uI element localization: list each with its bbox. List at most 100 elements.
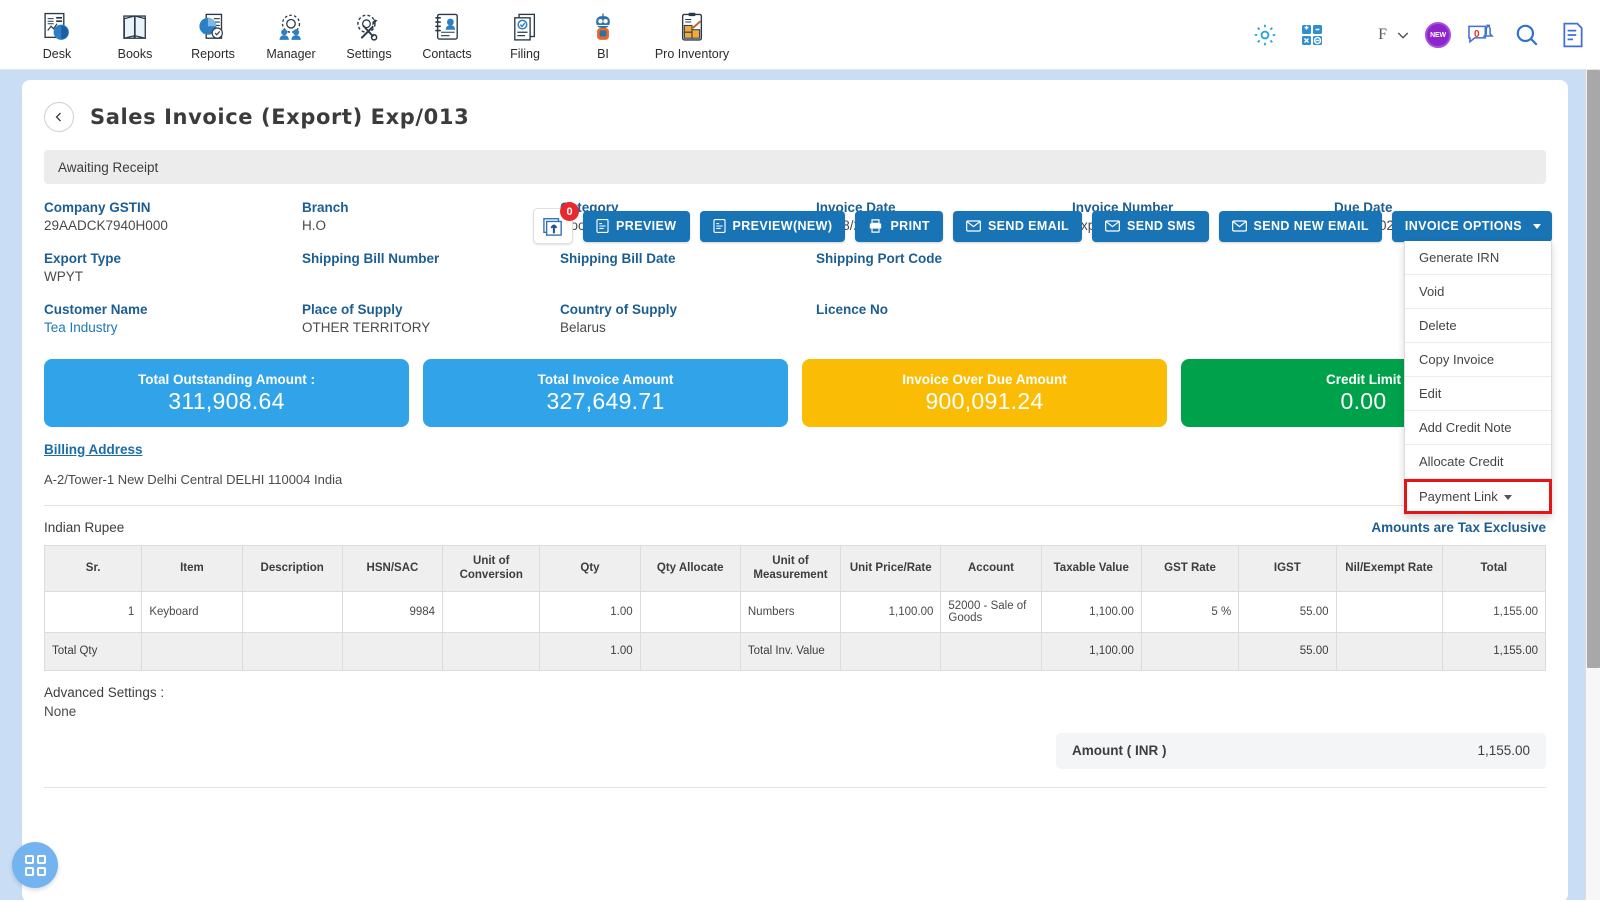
nav-item-bi[interactable]: BI: [564, 8, 642, 61]
calculator-icon[interactable]: [1300, 23, 1324, 47]
card-label: Total Invoice Amount: [537, 371, 674, 387]
table-row: 1 Keyboard 9984 1.00 Numbers 1,100.00 52…: [43, 590, 1547, 633]
send-email-button[interactable]: SEND EMAIL: [952, 210, 1083, 242]
card-label: Credit Limit: [1325, 371, 1401, 387]
nav-item-label: Filing: [510, 47, 540, 61]
preview-button[interactable]: PREVIEW: [583, 210, 690, 242]
field-licence-no: Licence No: [816, 302, 1072, 337]
notifications-chat-icon[interactable]: 0: [1467, 23, 1494, 48]
field-shipping-bill-number: Shipping Bill Number: [302, 251, 560, 286]
new-badge-icon[interactable]: NEW: [1425, 22, 1451, 48]
tax-note: Amounts are Tax Exclusive: [1371, 520, 1546, 535]
line-items-table: Sr. Item Description HSN/SAC Unit of Con…: [43, 545, 1547, 671]
card-value: 327,649.71: [546, 387, 665, 414]
dropdown-item-void[interactable]: Void: [1405, 275, 1551, 309]
nav-item-contacts[interactable]: Contacts: [408, 8, 486, 61]
attachments-button[interactable]: 0: [533, 202, 580, 244]
amount-total-bar: Amount ( INR ) 1,155.00: [1056, 732, 1546, 769]
table-header-row: Sr. Item Description HSN/SAC Unit of Con…: [43, 545, 1547, 592]
field-company-gstin: Company GSTIN 29AADCK7940H000: [44, 200, 302, 235]
field-value-link[interactable]: Tea Industry: [44, 320, 302, 337]
col-total: Total: [1441, 545, 1547, 592]
nav-item-settings[interactable]: Settings: [330, 8, 408, 61]
field-country-of-supply: Country of Supply Belarus: [560, 302, 816, 337]
nav-item-label: Desk: [42, 47, 72, 61]
nav-item-reports[interactable]: Reports: [174, 8, 252, 61]
preview-new-button[interactable]: PREVIEW(NEW): [699, 210, 846, 242]
col-unit-of-conversion: Unit of Conversion: [442, 545, 541, 592]
nav-item-filing[interactable]: Filing: [486, 8, 564, 61]
chat-count-badge: 0: [1474, 28, 1480, 40]
field-label: Company GSTIN: [44, 200, 151, 215]
line-items-table-wrapper: Sr. Item Description HSN/SAC Unit of Con…: [22, 535, 1568, 671]
attachments-count-badge: 0: [560, 202, 580, 221]
apps-fab-button[interactable]: [12, 842, 58, 888]
dropdown-item-copy-invoice[interactable]: Copy Invoice: [1405, 343, 1551, 377]
totals-blank-uoc: [442, 631, 541, 671]
card-total-outstanding-amount: Total Outstanding Amount : 311,908.64: [44, 359, 409, 427]
dropdown-item-allocate-credit[interactable]: Allocate Credit: [1405, 445, 1551, 479]
bottom-divider: [44, 786, 1546, 788]
nav-item-manager[interactable]: Manager: [252, 8, 330, 61]
field-label: Customer Name: [44, 302, 148, 317]
dropdown-item-add-credit-note[interactable]: Add Credit Note: [1405, 411, 1551, 445]
search-icon[interactable]: [1514, 22, 1540, 48]
col-taxable-value: Taxable Value: [1040, 545, 1142, 592]
gear-icon[interactable]: [1252, 22, 1278, 48]
user-initial: F: [1378, 26, 1387, 43]
nav-item-desk[interactable]: Desk: [18, 8, 96, 61]
nav-item-books[interactable]: Books: [96, 8, 174, 61]
field-value: H.O: [302, 218, 327, 233]
invoice-options-button[interactable]: INVOICE OPTIONS: [1391, 210, 1552, 242]
nav-item-label: Reports: [191, 47, 235, 61]
cell-igst: 55.00: [1238, 590, 1337, 633]
field-value: WPYT: [44, 269, 83, 284]
card-total-invoice-amount: Total Invoice Amount 327,649.71: [423, 359, 788, 427]
nav-item-label: Settings: [346, 47, 392, 61]
cell-item-link[interactable]: Keyboard: [141, 590, 243, 633]
field-label: Place of Supply: [302, 302, 403, 317]
currency-label: Indian Rupee: [44, 520, 125, 535]
cell-gst-rate: 5 %: [1140, 590, 1240, 633]
cell-nil-exempt-rate: [1335, 590, 1443, 633]
new-badge-label: NEW: [1425, 22, 1451, 48]
send-sms-button[interactable]: SEND SMS: [1092, 210, 1209, 242]
top-navigation-bar: Desk Books Reports Manager Settings Cont…: [0, 0, 1600, 70]
dropdown-item-edit[interactable]: Edit: [1405, 377, 1551, 411]
preview-button-label: PREVIEW: [616, 219, 677, 233]
field-value: [816, 320, 1072, 337]
billing-address-link[interactable]: Billing Address: [44, 442, 143, 457]
advanced-settings-section: Advanced Settings : None: [22, 671, 1568, 719]
card-invoice-over-due-amount: Invoice Over Due Amount 900,091.24: [802, 359, 1167, 427]
scrollbar-thumb[interactable]: [1587, 70, 1600, 668]
dropdown-item-label: Void: [1419, 284, 1445, 299]
scrollbar-track[interactable]: [1586, 668, 1600, 900]
field-row2-spacer-1: [1072, 251, 1334, 286]
table-totals-row: Total Qty 1.00 Total Inv. Value 1,100.00…: [43, 631, 1547, 671]
nav-item-pro-inventory[interactable]: Pro Inventory: [642, 8, 742, 61]
title-row: Sales Invoice (Export) Exp/013: [22, 80, 1568, 132]
document-notes-icon[interactable]: [1562, 22, 1584, 48]
totals-igst: 55.00: [1238, 631, 1337, 671]
print-button-label: PRINT: [890, 219, 930, 233]
back-button[interactable]: [44, 102, 74, 132]
amount-label: Amount ( INR ): [1072, 743, 1167, 759]
field-value: [560, 269, 816, 286]
col-account: Account: [940, 545, 1042, 592]
dropdown-item-generate-irn[interactable]: Generate IRN: [1405, 241, 1551, 275]
send-new-email-button[interactable]: SEND NEW EMAIL: [1218, 210, 1382, 242]
advanced-settings-label: Advanced Settings :: [44, 684, 165, 700]
totals-blank-qty-allocate: [639, 631, 741, 671]
pie-chart-report-icon: [199, 13, 223, 39]
dropdown-item-delete[interactable]: Delete: [1405, 309, 1551, 343]
dropdown-item-payment-link[interactable]: Payment Link: [1404, 479, 1552, 514]
chevron-down-icon[interactable]: [1395, 27, 1411, 43]
col-nil-exempt-rate: Nil/Exempt Rate: [1335, 545, 1443, 592]
print-button[interactable]: PRINT: [855, 210, 943, 242]
nav-item-label: BI: [597, 47, 609, 61]
chevron-down-icon: [1504, 495, 1513, 501]
invoice-options-label: INVOICE OPTIONS: [1404, 219, 1522, 233]
field-value: [816, 269, 1072, 286]
page-scrollbar[interactable]: [1585, 70, 1600, 900]
invoice-fields: Company GSTIN 29AADCK7940H000 Branch H.O…: [22, 184, 1568, 337]
